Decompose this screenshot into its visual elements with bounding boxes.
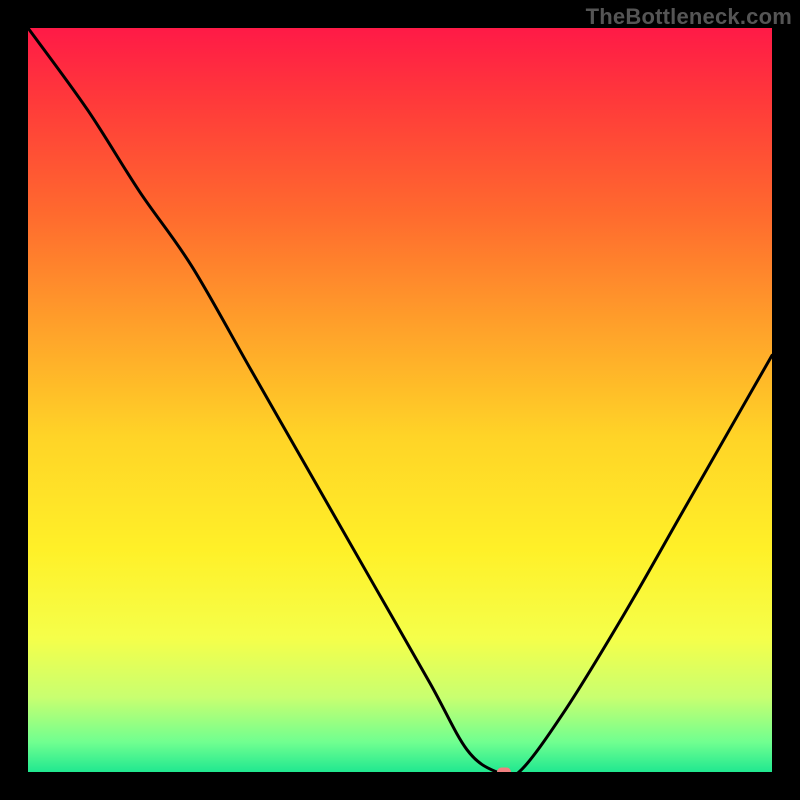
plot-area xyxy=(28,28,772,772)
gradient-background xyxy=(28,28,772,772)
plot-svg xyxy=(28,28,772,772)
watermark-text: TheBottleneck.com xyxy=(586,4,792,30)
chart-frame: TheBottleneck.com xyxy=(0,0,800,800)
optimal-marker xyxy=(497,768,511,773)
